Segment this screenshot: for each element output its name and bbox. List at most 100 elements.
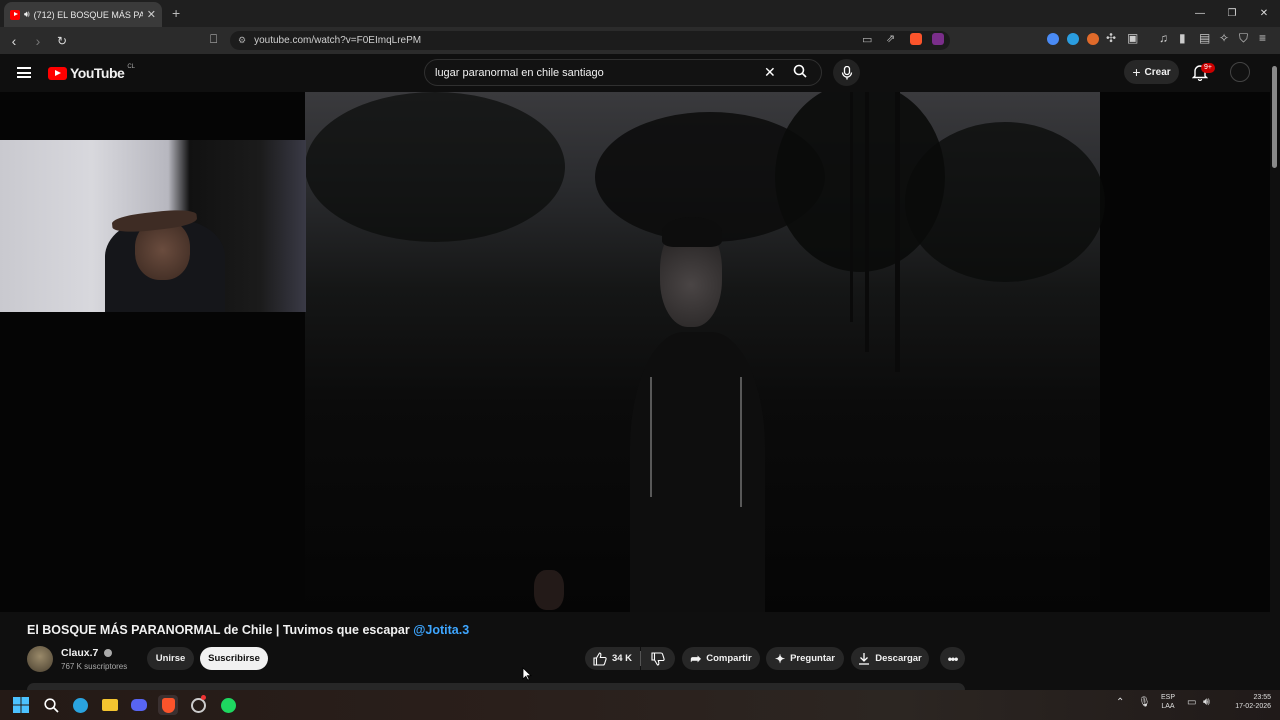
person-figure xyxy=(630,217,765,612)
browser-tab-bar: 🔊︎ (712) EL BOSQUE MÁS PARAN ✕ + — ❐ ✕ xyxy=(0,0,1280,27)
youtube-favicon-icon xyxy=(10,9,20,20)
audio-playing-icon[interactable]: 🔊︎ xyxy=(24,9,30,20)
site-info-icon[interactable]: ⚙ xyxy=(238,35,246,46)
clock-time: 23:55 xyxy=(1253,694,1271,701)
folder-icon xyxy=(102,699,118,711)
video-title-text: El BOSQUE MÁS PARANORMAL de Chile | Tuvi… xyxy=(27,623,410,637)
browser-menu-icon[interactable]: ≡ xyxy=(1259,31,1266,45)
subscribe-label: Suscribirse xyxy=(208,653,260,664)
search-input[interactable]: lugar paranormal en chile santiago xyxy=(435,67,604,79)
spotify-icon xyxy=(220,697,236,713)
channel-name[interactable]: Claux.7 xyxy=(61,647,113,659)
share-button[interactable]: ➦ Compartir xyxy=(682,647,760,670)
notification-badge: 9+ xyxy=(1201,63,1215,73)
like-button[interactable]: 34 K xyxy=(585,647,640,670)
share-label: Compartir xyxy=(706,653,752,664)
youtube-logo[interactable]: YouTube CL xyxy=(48,64,135,81)
plus-icon: + xyxy=(1132,64,1141,80)
channel-name-text: Claux.7 xyxy=(61,647,99,659)
share-icon: ➦ xyxy=(690,650,702,666)
media-icon[interactable]: ♫ xyxy=(1159,31,1168,45)
download-icon xyxy=(859,653,870,665)
share-page-icon[interactable]: ⇗ xyxy=(886,32,895,45)
sidebar-icon[interactable]: ▮ xyxy=(1179,31,1186,45)
ask-button[interactable]: ✦ Preguntar xyxy=(766,647,844,670)
close-window-button[interactable]: ✕ xyxy=(1248,0,1280,27)
mouse-cursor-icon xyxy=(522,667,532,681)
like-count: 34 K xyxy=(611,653,633,664)
restore-button[interactable]: ❐ xyxy=(1216,0,1248,27)
hand-figure xyxy=(534,570,564,610)
address-bar[interactable]: ⚙ youtube.com/watch?v=F0EImqLrePM xyxy=(230,31,950,50)
minimize-button[interactable]: — xyxy=(1184,0,1216,27)
volume-icon[interactable]: 🔊︎ xyxy=(1203,696,1210,709)
language-indicator[interactable]: ESP LAA xyxy=(1158,693,1178,711)
microphone-tray-icon[interactable]: 🎙︎ xyxy=(1138,697,1151,708)
brave-rewards-icon[interactable] xyxy=(932,33,944,45)
country-code: CL xyxy=(127,64,135,70)
forward-button[interactable]: › xyxy=(28,33,48,49)
file-explorer-app[interactable] xyxy=(100,695,120,715)
new-tab-button[interactable]: + xyxy=(172,5,180,21)
bookmark-icon[interactable]: ⎕ xyxy=(210,32,217,47)
reload-button[interactable]: ↻ xyxy=(52,34,72,48)
browser-tab[interactable]: 🔊︎ (712) EL BOSQUE MÁS PARAN ✕ xyxy=(4,2,162,27)
channel-avatar[interactable] xyxy=(27,646,53,672)
search-box[interactable]: lugar paranormal en chile santiago ✕ xyxy=(424,59,822,86)
keyboard-layout: LAA xyxy=(1161,703,1175,710)
search-icon[interactable] xyxy=(793,64,807,81)
brave-browser-app[interactable] xyxy=(158,695,178,715)
youtube-play-icon xyxy=(48,66,67,80)
download-button[interactable]: Descargar xyxy=(851,647,929,670)
brave-shield-icon[interactable] xyxy=(910,33,922,45)
extensions-icon[interactable]: ✣ xyxy=(1106,31,1116,45)
create-button[interactable]: + Crear xyxy=(1124,60,1179,84)
extension-blue-icon[interactable] xyxy=(1047,33,1059,45)
subscribe-button[interactable]: Suscribirse xyxy=(200,647,268,670)
tab-title: (712) EL BOSQUE MÁS PARAN xyxy=(33,9,143,20)
discord-app[interactable] xyxy=(129,695,149,715)
video-player[interactable] xyxy=(0,92,1270,612)
back-button[interactable]: ‹ xyxy=(4,33,24,49)
voice-search-button[interactable] xyxy=(833,59,860,86)
thumbs-down-icon xyxy=(651,651,665,666)
steam-app[interactable] xyxy=(188,695,208,715)
taskbar-search-button[interactable] xyxy=(41,695,61,715)
network-icon[interactable]: ▭ xyxy=(1187,697,1196,708)
webcam-overlay xyxy=(0,140,306,312)
mention-link[interactable]: @Jotita.3 xyxy=(413,623,469,637)
scrollbar-thumb[interactable] xyxy=(1272,66,1277,168)
join-button[interactable]: Unirse xyxy=(147,647,194,670)
wallet-icon[interactable]: ▤ xyxy=(1199,31,1210,45)
spotify-app[interactable] xyxy=(218,695,238,715)
url-text: youtube.com/watch?v=F0EImqLrePM xyxy=(254,35,422,46)
join-label: Unirse xyxy=(155,653,186,664)
screenshot-icon[interactable]: ▣ xyxy=(1127,31,1138,45)
tree-silhouette xyxy=(305,92,565,242)
discord-icon xyxy=(131,699,147,711)
extension-cyan-icon[interactable] xyxy=(1067,33,1079,45)
more-icon: ••• xyxy=(947,651,959,666)
brave-icon xyxy=(161,697,175,713)
thumbs-up-icon xyxy=(593,651,607,666)
dislike-button[interactable] xyxy=(641,647,675,670)
search-icon xyxy=(43,697,59,713)
close-tab-icon[interactable]: ✕ xyxy=(147,8,156,21)
show-hidden-icons-icon[interactable]: ⌃ xyxy=(1116,697,1124,708)
vpn-shield-icon[interactable]: ⛉ xyxy=(1239,31,1248,46)
telegram-app[interactable] xyxy=(70,695,90,715)
description-box[interactable] xyxy=(27,683,965,690)
more-actions-button[interactable]: ••• xyxy=(940,647,965,670)
clock[interactable]: 23:55 17-02-2026 xyxy=(1223,693,1271,711)
menu-icon[interactable] xyxy=(17,67,31,78)
extension-orange-icon[interactable] xyxy=(1087,33,1099,45)
leo-ai-icon[interactable]: ✧ xyxy=(1219,31,1229,45)
clock-date: 17-02-2026 xyxy=(1235,703,1271,710)
video-title: El BOSQUE MÁS PARANORMAL de Chile | Tuvi… xyxy=(27,623,469,637)
windows-start-button[interactable] xyxy=(11,695,31,715)
logo-text: YouTube xyxy=(70,65,125,81)
account-avatar[interactable] xyxy=(1230,62,1250,82)
subscriber-count: 767 K suscriptores xyxy=(61,662,128,671)
cast-icon[interactable]: ▭ xyxy=(862,33,872,46)
clear-search-icon[interactable]: ✕ xyxy=(764,64,776,81)
